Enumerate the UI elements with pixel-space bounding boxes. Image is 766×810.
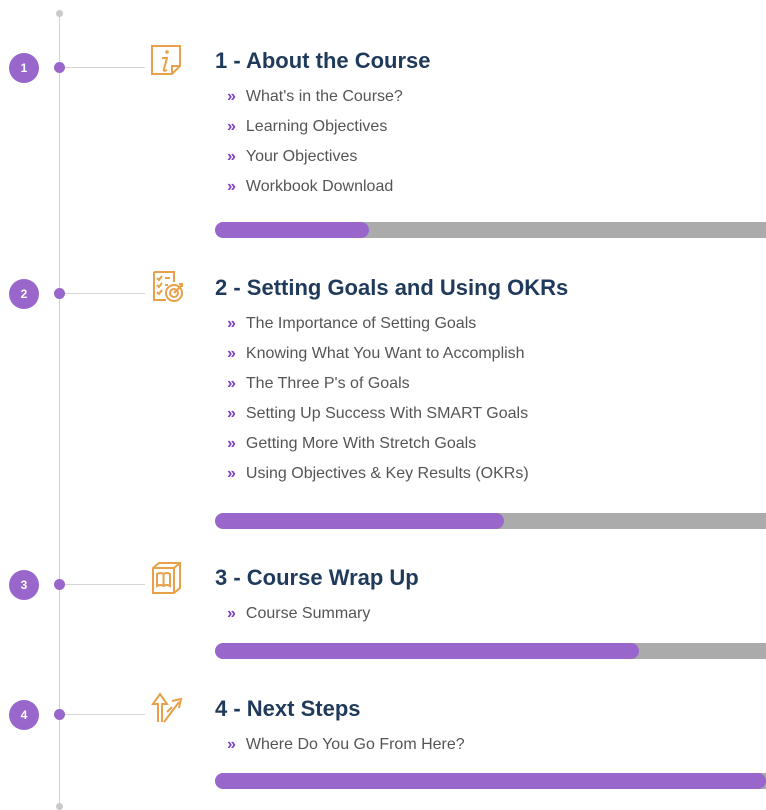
chevron-icon: » — [227, 118, 236, 135]
lesson-list: » Course Summary — [227, 599, 370, 629]
timeline-node — [54, 579, 65, 590]
chevron-icon: » — [227, 605, 236, 622]
lesson-label: Using Objectives & Key Results (OKRs) — [245, 465, 529, 482]
progress-fill — [215, 643, 640, 659]
progress-bar — [215, 773, 766, 789]
timeline-node — [54, 62, 65, 73]
lesson-label: Setting Up Success With SMART Goals — [245, 405, 529, 422]
lesson-label: Learning Objectives — [245, 118, 388, 135]
book-box-icon — [148, 560, 184, 596]
progress-fill — [215, 773, 766, 789]
timeline-node — [54, 709, 65, 720]
progress-bar — [215, 643, 766, 659]
module-title[interactable]: 4 - Next Steps — [215, 696, 361, 722]
lesson-list: » Where Do You Go From Here? — [227, 730, 465, 760]
chevron-icon: » — [227, 465, 236, 482]
lesson-item[interactable]: » The Three P's of Goals — [227, 369, 529, 399]
connector-line — [65, 67, 145, 68]
lesson-label: Knowing What You Want to Accomplish — [245, 345, 525, 362]
chevron-icon: » — [227, 178, 236, 195]
chevron-icon: » — [227, 148, 236, 165]
timeline-end-dot — [56, 803, 63, 810]
lesson-label: Course Summary — [245, 605, 371, 622]
module-number-badge: 2 — [9, 279, 39, 309]
goals-checklist-icon — [148, 268, 184, 304]
timeline-node — [54, 288, 65, 299]
chevron-icon: » — [227, 435, 236, 452]
next-steps-arrows-icon — [148, 690, 184, 726]
module-number-badge: 4 — [9, 700, 39, 730]
connector-line — [65, 714, 145, 715]
lesson-label: Where Do You Go From Here? — [245, 736, 465, 753]
module-title[interactable]: 1 - About the Course — [215, 48, 431, 74]
timeline-line — [59, 12, 60, 810]
progress-bar — [215, 513, 766, 529]
progress-fill — [215, 513, 505, 529]
lesson-label: The Importance of Setting Goals — [245, 315, 477, 332]
lesson-item[interactable]: » Setting Up Success With SMART Goals — [227, 399, 529, 429]
lesson-list: » The Importance of Setting Goals » Knowin… — [227, 309, 529, 489]
chevron-icon: » — [227, 88, 236, 105]
module-number-badge: 1 — [9, 53, 39, 83]
lesson-item[interactable]: » Getting More With Stretch Goals — [227, 429, 529, 459]
lesson-item[interactable]: » Workbook Download — [227, 172, 403, 202]
lesson-label: What's in the Course? — [245, 88, 403, 105]
chevron-icon: » — [227, 315, 236, 332]
lesson-item[interactable]: » Your Objectives — [227, 142, 403, 172]
lesson-item[interactable]: » Knowing What You Want to Accomplish — [227, 339, 529, 369]
progress-bar — [215, 222, 766, 238]
chevron-icon: » — [227, 375, 236, 392]
module-title[interactable]: 2 - Setting Goals and Using OKRs — [215, 275, 568, 301]
lesson-item[interactable]: » Where Do You Go From Here? — [227, 730, 465, 760]
lesson-item[interactable]: » Using Objectives & Key Results (OKRs) — [227, 459, 529, 489]
module-title[interactable]: 3 - Course Wrap Up — [215, 565, 419, 591]
lesson-label: Workbook Download — [245, 178, 394, 195]
chevron-icon: » — [227, 405, 236, 422]
lesson-label: Getting More With Stretch Goals — [245, 435, 477, 452]
lesson-item[interactable]: » Learning Objectives — [227, 112, 403, 142]
lesson-label: Your Objectives — [245, 148, 358, 165]
lesson-item[interactable]: » The Importance of Setting Goals — [227, 309, 529, 339]
info-icon — [148, 42, 184, 78]
timeline-start-dot — [56, 10, 63, 17]
lesson-label: The Three P's of Goals — [245, 375, 410, 392]
connector-line — [65, 584, 145, 585]
progress-fill — [215, 222, 370, 238]
chevron-icon: » — [227, 736, 236, 753]
chevron-icon: » — [227, 345, 236, 362]
module-number-badge: 3 — [9, 570, 39, 600]
lesson-list: » What's in the Course? » Learning Objecti… — [227, 82, 403, 202]
lesson-item[interactable]: » Course Summary — [227, 599, 370, 629]
connector-line — [65, 293, 145, 294]
lesson-item[interactable]: » What's in the Course? — [227, 82, 403, 112]
